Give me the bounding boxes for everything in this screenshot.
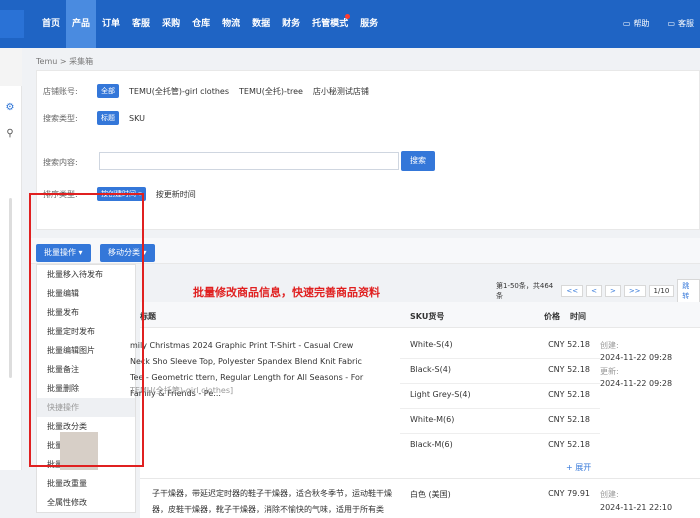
row1-created-time: 2024-11-22 09:28: [600, 353, 673, 362]
nav-item[interactable]: 服务: [354, 0, 384, 48]
nav-item[interactable]: 物流: [216, 0, 246, 48]
search-type-sku-option[interactable]: SKU: [129, 114, 145, 123]
notification-dot: [345, 14, 351, 19]
shop-option-2[interactable]: TEMU(全托)-tree: [239, 86, 303, 97]
sku-divider: [400, 433, 600, 434]
row1-price-3: CNY 52.18: [548, 390, 590, 399]
row1-sku-4: White-M(6): [410, 415, 455, 424]
row1-sku-1: White-S(4): [410, 340, 453, 349]
row1-sku-2: Black-S(4): [410, 365, 451, 374]
row1-price-1: CNY 52.18: [548, 340, 590, 349]
prev-page-button[interactable]: <: [586, 285, 602, 297]
search-icon[interactable]: ⚲: [4, 128, 16, 140]
nav-item[interactable]: 客服: [126, 0, 156, 48]
next-page-button[interactable]: >: [604, 285, 621, 297]
row1-updated-label: 更新:: [600, 367, 619, 376]
row1-sku-5: Black-M(6): [410, 440, 453, 449]
col-sku: SKU货号: [410, 312, 445, 321]
nav-item[interactable]: 财务: [276, 0, 306, 48]
quick-menu-item[interactable]: 全属性修改: [37, 493, 135, 512]
service-link[interactable]: ▭ 客服: [667, 18, 694, 29]
last-page-button[interactable]: >>: [623, 285, 646, 297]
gear-icon[interactable]: ⚙: [4, 102, 16, 114]
main-nav: 首页 产品 订单 客服 采购 仓库 物流 数据 财务 托管模式 服务: [36, 0, 384, 48]
col-price: 价格: [544, 312, 560, 321]
first-page-button[interactable]: <<: [561, 285, 584, 297]
page-indicator: 1/10: [648, 285, 675, 297]
help-link[interactable]: ▭ 帮助: [623, 18, 650, 29]
search-type-row: 搜索类型: 标题 SKU: [43, 111, 145, 125]
nav-item[interactable]: 数据: [246, 0, 276, 48]
shop-filter-row: 店铺账号: 全部 TEMU(全托管)-girl clothes TEMU(全托)…: [43, 84, 369, 98]
sku-divider: [400, 358, 600, 359]
shop-option-3[interactable]: 店小秘测试店铺: [313, 86, 369, 97]
sidebar: ⚙ ⚲: [0, 48, 22, 470]
row1-price-4: CNY 52.18: [548, 415, 590, 424]
nav-item[interactable]: 采购: [156, 0, 186, 48]
nav-item[interactable]: 托管模式: [306, 0, 354, 48]
col-time: 时间: [570, 312, 586, 321]
logo: [0, 10, 24, 38]
search-input[interactable]: [99, 152, 399, 170]
breadcrumb: Temu > 采集箱: [36, 57, 94, 66]
jump-button[interactable]: 跳转: [677, 279, 700, 303]
search-type-title-tag[interactable]: 标题: [97, 111, 119, 125]
help-icon: ▭: [622, 19, 631, 28]
sort-updated-option[interactable]: 按更新时间: [156, 189, 196, 200]
row-divider: [140, 478, 700, 479]
sku-divider: [400, 383, 600, 384]
sidebar-header: [0, 48, 22, 86]
search-content-label: 搜索内容:: [43, 158, 78, 167]
nav-item[interactable]: 订单: [96, 0, 126, 48]
annotation-note: 批量修改商品信息，快速完善商品资料: [193, 286, 380, 299]
highlight-box: [29, 193, 144, 467]
row1-created-label: 创建:: [600, 341, 619, 350]
quick-menu-item[interactable]: 批量改重量: [37, 474, 135, 493]
search-content-row: 搜索内容:: [43, 157, 87, 168]
row1-updated-time: 2024-11-22 09:28: [600, 379, 673, 388]
top-navigation-bar: 首页 产品 订单 客服 采购 仓库 物流 数据 财务 托管模式 服务 ▭ 帮助 ▭ 客服: [0, 0, 700, 48]
row2-price: CNY 79.91: [548, 489, 590, 498]
sidebar-scrollbar[interactable]: [9, 198, 12, 378]
row2-created-time: 2024-11-21 22:10: [600, 503, 673, 512]
search-type-label: 搜索类型:: [43, 113, 78, 123]
shop-label: 店铺账号:: [43, 86, 78, 96]
sku-divider: [400, 408, 600, 409]
product-table: mily Christmas 2024 Graphic Print T-Shir…: [130, 328, 700, 518]
search-button[interactable]: 搜索: [401, 151, 435, 171]
shop-all-tag[interactable]: 全部: [97, 84, 119, 98]
nav-item[interactable]: 产品: [66, 0, 97, 48]
top-right-links: ▭ 帮助 ▭ 客服: [623, 18, 694, 29]
shop-option-1[interactable]: TEMU(全托管)-girl clothes: [129, 86, 229, 97]
row1-price-5: CNY 52.18: [548, 440, 590, 449]
pagination: 第1-50条，共464条 << < > >> 1/10 跳转: [496, 279, 700, 303]
expand-link[interactable]: + 展开: [566, 462, 591, 473]
nav-item[interactable]: 首页: [36, 0, 66, 48]
row1-sku-3: Light Grey-S(4): [410, 390, 471, 399]
row2-sku: 白色 (美国): [410, 490, 451, 499]
row1-shop: TEMU(全托管)-girl clothes]: [130, 386, 234, 395]
row2-title[interactable]: 子干燥器，带延迟定时器的鞋子干燥器，适合秋冬季节，运动鞋干燥器，皮鞋干燥器，靴子…: [152, 486, 400, 518]
nav-item[interactable]: 仓库: [186, 0, 216, 48]
table-header: 标题 SKU货号 价格 时间: [140, 302, 700, 328]
service-icon: ▭: [667, 19, 675, 28]
row2-created-label: 创建:: [600, 490, 619, 499]
row1-price-2: CNY 52.18: [548, 365, 590, 374]
pagination-info: 第1-50条，共464条: [496, 282, 554, 300]
